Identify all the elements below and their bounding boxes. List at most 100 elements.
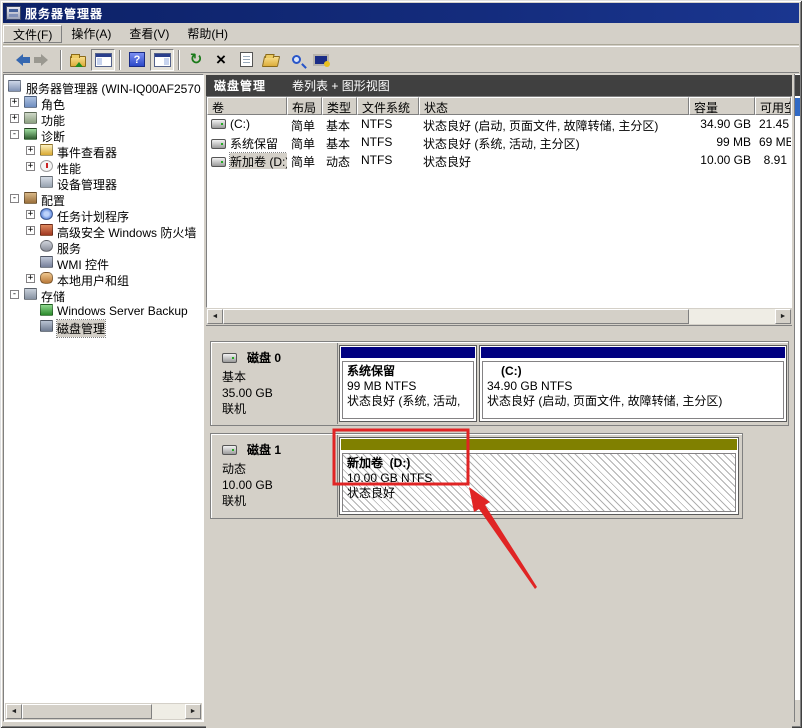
scroll-right-button[interactable]: ► bbox=[185, 704, 201, 719]
disk-0-label[interactable]: 磁盘 0 基本 35.00 GB 联机 bbox=[212, 343, 338, 424]
expand-icon[interactable]: + bbox=[26, 146, 35, 155]
partition-status: 状态良好 (启动, 页面文件, 故障转储, 主分区) bbox=[487, 394, 779, 409]
diagnostics-icon bbox=[24, 128, 37, 140]
expand-icon[interactable]: + bbox=[10, 114, 19, 123]
volume-name: 新加卷 (D:) bbox=[230, 153, 287, 169]
show-action-pane-button[interactable] bbox=[150, 49, 174, 71]
tree-horizontal-scrollbar[interactable]: ◄ ► bbox=[5, 703, 202, 720]
scroll-right-button[interactable]: ► bbox=[775, 309, 791, 324]
volume-filesystem: NTFS bbox=[357, 115, 419, 133]
volume-new-volume-d[interactable]: 新加卷 (D:) 10.00 GB NTFS 状态良好 bbox=[339, 437, 739, 515]
performance-icon bbox=[40, 160, 53, 172]
sidebar-item-roles[interactable]: + 角色 bbox=[4, 95, 203, 111]
expand-icon[interactable]: + bbox=[26, 210, 35, 219]
disk-name: 磁盘 0 bbox=[247, 349, 281, 366]
menu-file[interactable]: 文件(F) bbox=[3, 25, 62, 43]
back-button[interactable] bbox=[7, 49, 31, 71]
scrollbar-thumb[interactable] bbox=[223, 309, 689, 324]
menu-action[interactable]: 操作(A) bbox=[62, 25, 120, 43]
action-pane-header bbox=[795, 75, 800, 96]
sidebar-item-features[interactable]: + 功能 bbox=[4, 111, 203, 127]
sidebar-item-windows-server-backup[interactable]: Windows Server Backup bbox=[4, 303, 203, 319]
volume-layout: 简单 bbox=[287, 151, 322, 169]
partition-system-reserved[interactable]: 系统保留 99 MB NTFS 状态良好 (系统, 活动, bbox=[339, 345, 477, 422]
volume-filesystem: NTFS bbox=[357, 133, 419, 151]
column-header-status[interactable]: 状态 bbox=[419, 97, 689, 115]
sidebar-item-performance[interactable]: + 性能 bbox=[4, 159, 203, 175]
manage-button[interactable] bbox=[309, 49, 333, 71]
sidebar-item-event-viewer[interactable]: + 事件查看器 bbox=[4, 143, 203, 159]
partition-name: 系统保留 bbox=[347, 364, 469, 379]
tree-item-label: Windows Server Backup bbox=[57, 304, 188, 318]
primary-partition-bar bbox=[341, 347, 475, 358]
open-folder-button[interactable] bbox=[259, 49, 283, 71]
volume-status: 状态良好 bbox=[347, 486, 731, 501]
volume-row-system-reserved[interactable]: 系统保留 简单 基本 NTFS 状态良好 (系统, 活动, 主分区) 99 MB… bbox=[207, 133, 791, 151]
action-pane-selected-item bbox=[795, 98, 800, 116]
volume-status: 状态良好 bbox=[419, 151, 689, 169]
delete-button[interactable]: × bbox=[209, 49, 233, 71]
up-folder-icon bbox=[70, 56, 86, 67]
forward-button[interactable] bbox=[32, 49, 56, 71]
expand-icon[interactable]: + bbox=[26, 162, 35, 171]
help-button[interactable]: ? bbox=[125, 49, 149, 71]
column-header-type[interactable]: 类型 bbox=[322, 97, 357, 115]
disk-0-row: 磁盘 0 基本 35.00 GB 联机 系统保留 99 MB NTFS 状态良好… bbox=[210, 341, 789, 426]
volume-free-space: 21.45 bbox=[755, 115, 791, 133]
sidebar-item-firewall[interactable]: + 高级安全 Windows 防火墙 bbox=[4, 223, 203, 239]
sidebar-item-storage[interactable]: - 存储 bbox=[4, 287, 203, 303]
collapse-icon[interactable]: - bbox=[10, 194, 19, 203]
disk-1-label[interactable]: 磁盘 1 动态 10.00 GB 联机 bbox=[212, 435, 338, 517]
title-bar[interactable]: 服务器管理器 bbox=[3, 3, 799, 23]
volume-list-header: 卷 布局 类型 文件系统 状态 容量 可用空 bbox=[207, 97, 791, 115]
collapse-icon[interactable]: - bbox=[10, 130, 19, 139]
column-header-filesystem[interactable]: 文件系统 bbox=[357, 97, 419, 115]
sidebar-item-diagnostics[interactable]: - 诊断 bbox=[4, 127, 203, 143]
volume-name: 新加卷 (D:) bbox=[347, 456, 731, 471]
sidebar-item-services[interactable]: 服务 bbox=[4, 239, 203, 255]
device-manager-icon bbox=[40, 176, 53, 188]
collapse-icon[interactable]: - bbox=[10, 290, 19, 299]
sidebar-item-local-users-groups[interactable]: + 本地用户和组 bbox=[4, 271, 203, 287]
column-header-free-space[interactable]: 可用空 bbox=[755, 97, 791, 115]
disk-kind: 基本 bbox=[222, 369, 337, 385]
help-icon: ? bbox=[129, 52, 145, 67]
pane-header: 磁盘管理 卷列表 + 图形视图 bbox=[206, 75, 792, 96]
partition-name: (C:) bbox=[487, 364, 779, 379]
pane-title: 磁盘管理 bbox=[214, 77, 266, 94]
sidebar-item-configuration[interactable]: - 配置 bbox=[4, 191, 203, 207]
up-folder-button[interactable] bbox=[66, 49, 90, 71]
column-header-layout[interactable]: 布局 bbox=[287, 97, 322, 115]
find-button[interactable] bbox=[284, 49, 308, 71]
show-console-tree-button[interactable] bbox=[91, 49, 115, 71]
tree-root-server-manager[interactable]: 服务器管理器 (WIN-IQ00AF2570 bbox=[4, 79, 203, 95]
scrollbar-thumb[interactable] bbox=[22, 704, 152, 719]
volume-status: 状态良好 (启动, 页面文件, 故障转储, 主分区) bbox=[419, 115, 689, 133]
scroll-left-button[interactable]: ◄ bbox=[207, 309, 223, 324]
properties-button[interactable] bbox=[234, 49, 258, 71]
refresh-button[interactable]: ↻ bbox=[184, 49, 208, 71]
column-header-volume[interactable]: 卷 bbox=[207, 97, 287, 115]
column-header-capacity[interactable]: 容量 bbox=[689, 97, 755, 115]
services-icon bbox=[40, 240, 53, 252]
volume-list-horizontal-scrollbar[interactable]: ◄ ► bbox=[206, 308, 792, 325]
sidebar-item-task-scheduler[interactable]: + 任务计划程序 bbox=[4, 207, 203, 223]
computer-manage-icon bbox=[313, 54, 329, 66]
menu-bar: 文件(F) 操作(A) 查看(V) 帮助(H) bbox=[3, 23, 799, 45]
expand-icon[interactable]: + bbox=[10, 98, 19, 107]
expand-icon[interactable]: + bbox=[26, 274, 35, 283]
expand-icon[interactable]: + bbox=[26, 226, 35, 235]
menu-view[interactable]: 查看(V) bbox=[120, 25, 178, 43]
disk-icon bbox=[222, 445, 237, 455]
sidebar-item-device-manager[interactable]: 设备管理器 bbox=[4, 175, 203, 191]
scroll-left-button[interactable]: ◄ bbox=[6, 704, 22, 719]
sidebar-item-wmi-control[interactable]: WMI 控件 bbox=[4, 255, 203, 271]
sidebar-item-disk-management[interactable]: 磁盘管理 bbox=[4, 319, 203, 335]
partition-size: 99 MB NTFS bbox=[347, 379, 469, 394]
properties-icon bbox=[240, 52, 253, 67]
partition-c[interactable]: (C:) 34.90 GB NTFS 状态良好 (启动, 页面文件, 故障转储,… bbox=[479, 345, 787, 422]
menu-help[interactable]: 帮助(H) bbox=[178, 25, 237, 43]
volume-row-new-volume-d[interactable]: 新加卷 (D:) 简单 动态 NTFS 状态良好 10.00 GB 8.91 bbox=[207, 151, 791, 169]
drive-icon bbox=[211, 157, 226, 167]
volume-row-c[interactable]: (C:) 简单 基本 NTFS 状态良好 (启动, 页面文件, 故障转储, 主分… bbox=[207, 115, 791, 133]
